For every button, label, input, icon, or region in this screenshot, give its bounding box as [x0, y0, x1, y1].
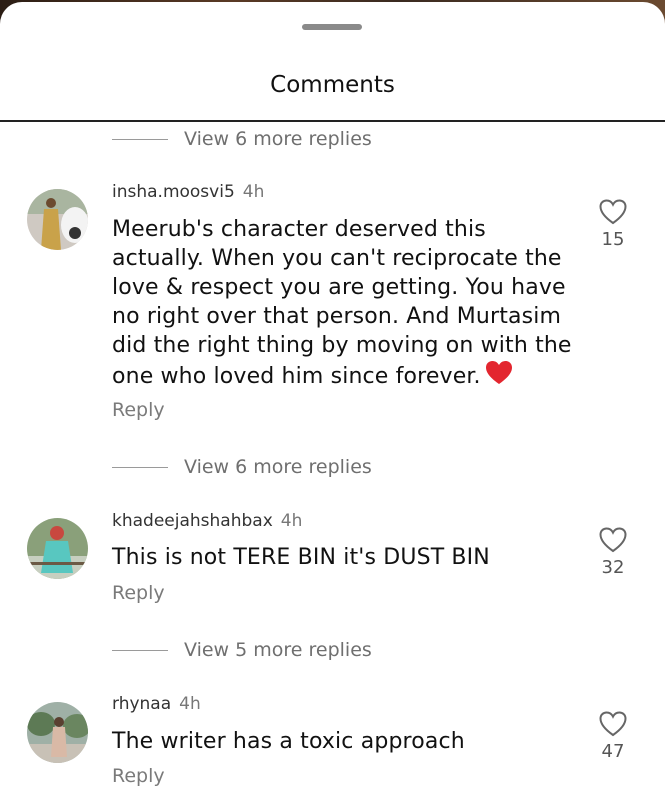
- comment-text-content: The writer has a toxic approach: [112, 729, 465, 754]
- like-button[interactable]: 15: [588, 199, 638, 250]
- replies-line: [112, 138, 168, 140]
- view-more-replies[interactable]: View 5 more replies: [112, 635, 372, 665]
- heart-outline-icon: [588, 527, 638, 553]
- comment-time: 4h: [242, 182, 265, 202]
- comment-text-content: This is not TERE BIN it's DUST BIN: [112, 545, 490, 570]
- reply-button[interactable]: Reply: [112, 399, 165, 421]
- avatar[interactable]: [27, 702, 88, 763]
- sheet-title: Comments: [270, 72, 395, 98]
- like-count: 15: [601, 229, 625, 250]
- comment-author[interactable]: rhynaa: [112, 694, 171, 714]
- avatar[interactable]: [27, 189, 88, 250]
- view-more-replies-label: View 6 more replies: [184, 456, 372, 478]
- like-count: 47: [601, 741, 625, 762]
- replies-line: [112, 649, 168, 651]
- comment-text: Meerub's character deserved this actuall…: [112, 215, 582, 394]
- comment-time: 4h: [280, 511, 303, 531]
- heart-outline-icon: [588, 199, 638, 225]
- comment-meta: rhynaa 4h: [112, 694, 201, 714]
- comment-meta: khadeejahshahbax 4h: [112, 511, 302, 531]
- header-divider: [0, 120, 665, 122]
- replies-line: [112, 466, 168, 468]
- reply-button[interactable]: Reply: [112, 765, 165, 787]
- avatar[interactable]: [27, 518, 88, 579]
- view-more-replies-label: View 5 more replies: [184, 639, 372, 661]
- view-more-replies-label: View 6 more replies: [184, 128, 372, 150]
- comments-sheet: Comments View 6 more replies insha.moosv…: [0, 2, 665, 800]
- red-heart-emoji: [485, 360, 513, 394]
- comment-time: 4h: [179, 694, 201, 714]
- reply-button[interactable]: Reply: [112, 582, 165, 604]
- like-button[interactable]: 32: [588, 527, 638, 578]
- comment-author[interactable]: insha.moosvi5: [112, 182, 235, 202]
- comment-text: This is not TERE BIN it's DUST BIN: [112, 543, 582, 572]
- view-more-replies[interactable]: View 6 more replies: [112, 452, 372, 482]
- comment-text: The writer has a toxic approach: [112, 727, 582, 756]
- like-button[interactable]: 47: [588, 711, 638, 762]
- comment-meta: insha.moosvi5 4h: [112, 182, 264, 202]
- view-more-replies[interactable]: View 6 more replies: [112, 124, 372, 154]
- like-count: 32: [601, 557, 625, 578]
- drag-handle[interactable]: [302, 24, 362, 30]
- heart-outline-icon: [588, 711, 638, 737]
- comment-author[interactable]: khadeejahshahbax: [112, 511, 273, 531]
